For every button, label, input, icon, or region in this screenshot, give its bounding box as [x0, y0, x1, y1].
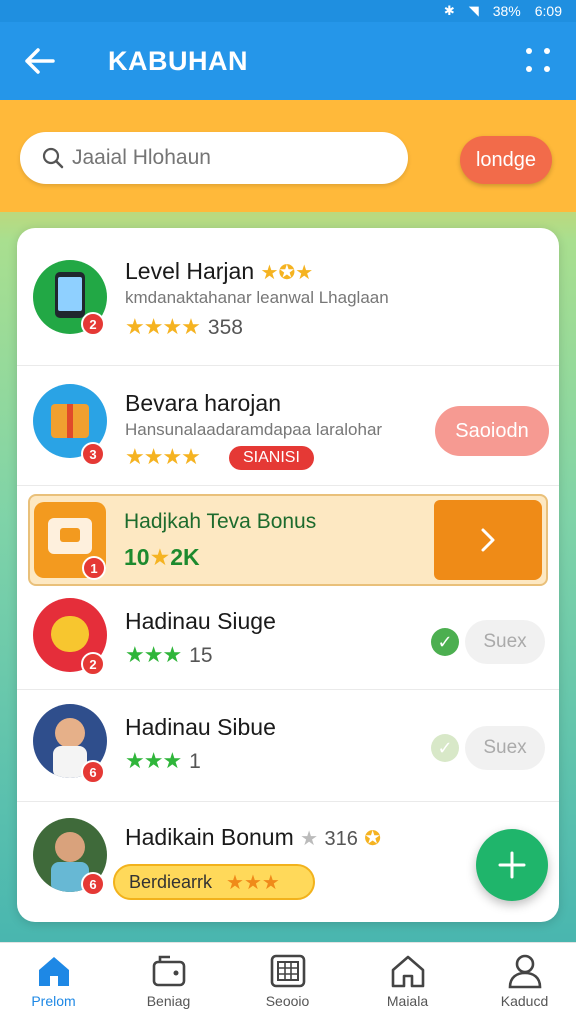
- list-item-title: Level Harjan ★✪★: [125, 258, 313, 285]
- bottom-navigation: Prelom Beniag Seooio Maiala Kaducd: [0, 942, 576, 1024]
- nav-label: Kaducd: [500, 993, 549, 1009]
- arrow-left-icon: [25, 48, 55, 74]
- action-button[interactable]: Saoiodn: [435, 406, 549, 456]
- list-item-title-text: Level Harjan: [125, 258, 255, 284]
- achievement-pill-label: Berdiearrk: [129, 871, 213, 892]
- star-icon: ✪: [364, 828, 382, 850]
- list-item[interactable]: 3 Bevara harojan Hansunalaadaramdapaa la…: [17, 366, 559, 486]
- list-card: 2 Level Harjan ★✪★ kmdanaktahanar leanwa…: [17, 228, 559, 922]
- count-badge: 3: [81, 442, 105, 466]
- nav-item-calendar[interactable]: Seooio: [230, 943, 345, 1024]
- bluetooth-icon: ✱: [443, 3, 455, 18]
- star-icon: ★✪★: [260, 262, 314, 284]
- list-item[interactable]: 6 Hadinau Sibue ★★★ 1 ✓ Suex: [17, 690, 559, 802]
- status-tag: SIANISI: [229, 446, 314, 470]
- status-bar: ✱ ◥ 38% 6:09: [0, 0, 576, 22]
- battery-text: 38%: [492, 3, 521, 19]
- dot-icon: [544, 66, 550, 72]
- star-rating-icon: ★★★: [125, 642, 182, 667]
- list-item-title-text: Hadikain Bonum: [125, 824, 294, 850]
- star-icon: ★: [300, 828, 319, 850]
- home-icon: [38, 957, 69, 986]
- back-button[interactable]: [12, 33, 68, 89]
- list-item-subtitle: kmdanaktahanar leanwal Lhaglaan: [125, 288, 389, 307]
- wallet-icon: [152, 955, 185, 987]
- app-bar: KABUHAN: [0, 22, 576, 100]
- list-item-title: Hadikain Bonum ★ 316 ✪: [125, 824, 381, 851]
- rating-count: 1: [189, 750, 201, 773]
- bonus-value-suffix: 2K: [170, 544, 200, 570]
- rating-count: 316: [324, 828, 358, 850]
- check-icon: ✓: [431, 628, 459, 656]
- check-icon: ✓: [431, 734, 459, 762]
- wifi-icon: ◥: [468, 3, 479, 18]
- add-button[interactable]: [476, 829, 548, 901]
- star-rating-icon: ★★★: [226, 871, 280, 894]
- count-badge: 6: [81, 872, 105, 896]
- nav-item-profile[interactable]: Kaducd: [467, 943, 576, 1024]
- bonus-banner[interactable]: 1 Hadjkah Teva Bonus 10★2K: [28, 494, 548, 586]
- bonus-value: 10★2K: [124, 544, 200, 571]
- nav-label: Beniag: [146, 993, 191, 1009]
- rating: ★★★ 15: [125, 642, 213, 668]
- list-item[interactable]: 2 Level Harjan ★✪★ kmdanaktahanar leanwa…: [17, 228, 559, 366]
- nav-item-house[interactable]: Maiala: [350, 943, 465, 1024]
- star-icon: ★: [149, 544, 171, 570]
- bonus-title: Hadjkah Teva Bonus: [124, 510, 317, 533]
- dot-icon: [526, 48, 532, 54]
- nav-label: Prelom: [31, 993, 76, 1009]
- calendar-icon: [270, 954, 305, 988]
- achievement-pill: Berdiearrk ★★★: [113, 864, 315, 900]
- dot-icon: [526, 66, 532, 72]
- star-rating-icon: ★★★: [125, 748, 182, 773]
- list-item[interactable]: 2 Hadinau Siuge ★★★ 15 ✓ Suex: [17, 590, 559, 690]
- bonus-value-number: 10: [124, 544, 150, 570]
- bonus-arrow-button[interactable]: [434, 500, 542, 580]
- rating-count: 358: [207, 316, 243, 339]
- action-button[interactable]: Suex: [465, 726, 545, 770]
- list-item-title: Bevara harojan: [125, 390, 281, 416]
- list-item-title: Hadinau Siuge: [125, 608, 276, 634]
- nav-item-home[interactable]: Prelom: [0, 943, 111, 1024]
- nav-item-wallet[interactable]: Beniag: [111, 943, 226, 1024]
- chevron-right-icon: [481, 528, 495, 552]
- dot-icon: [544, 48, 550, 54]
- rating: ★★★★ 358: [125, 314, 243, 340]
- search-icon: [42, 147, 64, 169]
- plus-icon: [498, 851, 526, 879]
- rating: ★★★ 1: [125, 748, 201, 774]
- page-title: KABUHAN: [108, 45, 248, 76]
- clock: 6:09: [534, 3, 562, 19]
- search-bar: londge: [0, 100, 576, 212]
- profile-icon: [508, 954, 541, 989]
- count-badge: 6: [81, 760, 105, 784]
- rating-count: 15: [189, 644, 213, 667]
- search-input[interactable]: [72, 146, 372, 170]
- nav-label: Maiala: [386, 993, 429, 1009]
- count-badge: 2: [81, 652, 105, 676]
- list-item-subtitle: Hansunalaadaramdapaa laralohar: [125, 420, 383, 439]
- more-options-button[interactable]: [522, 44, 558, 80]
- search-button[interactable]: londge: [460, 136, 552, 184]
- nav-label: Seooio: [265, 993, 310, 1009]
- search-field[interactable]: [20, 132, 408, 184]
- star-rating-icon: ★★★★: [125, 444, 201, 469]
- house-icon: [391, 955, 424, 988]
- count-badge: 2: [81, 312, 105, 336]
- list-item-title: Hadinau Sibue: [125, 714, 276, 740]
- count-badge: 1: [82, 556, 106, 580]
- action-button[interactable]: Suex: [465, 620, 545, 664]
- star-rating-icon: ★★★★: [125, 314, 201, 339]
- rating: ★★★★: [125, 444, 201, 470]
